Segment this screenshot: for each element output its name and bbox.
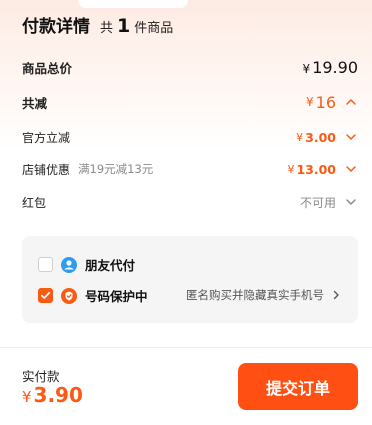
official-discount-currency: ¥ xyxy=(296,130,304,144)
friend-pay-option[interactable]: 朋友代付 xyxy=(38,255,135,274)
total-price-value: 19.90 xyxy=(312,57,358,77)
friend-pay-checkbox[interactable] xyxy=(38,257,53,272)
official-discount-label: 官方立减 xyxy=(22,130,71,145)
actual-pay-amount: ¥ 3.90 xyxy=(22,383,83,407)
official-discount-row[interactable]: 官方立减 ¥ 3.00 xyxy=(22,126,358,148)
total-price-currency: ¥ xyxy=(302,61,311,76)
item-count-suffix: 件商品 xyxy=(134,21,174,36)
store-discount-label: 店铺优惠 xyxy=(22,162,71,177)
chevron-right-icon xyxy=(333,290,339,300)
checkmark-icon xyxy=(40,291,51,299)
number-protection-desc[interactable]: 匿名购买并隐藏真实手机号 xyxy=(186,287,342,303)
actual-pay-currency: ¥ xyxy=(22,388,32,406)
chevron-down-icon[interactable] xyxy=(344,195,358,209)
top-tab-notch xyxy=(78,0,188,8)
chevron-down-icon[interactable] xyxy=(344,130,358,144)
number-protection-option[interactable]: 号码保护中 xyxy=(38,286,148,305)
total-discount-currency: ¥ xyxy=(306,95,314,109)
store-discount-note: 满19元减13元 xyxy=(78,162,154,176)
chevron-up-icon[interactable] xyxy=(344,95,358,109)
red-packet-label: 红包 xyxy=(22,195,47,210)
submit-order-button[interactable]: 提交订单 xyxy=(238,363,358,410)
item-count-prefix: 共 xyxy=(100,21,114,36)
total-price-row: 商品总价 ¥ 19.90 xyxy=(22,56,358,78)
payment-details-header: 付款详情 共 1 件商品 xyxy=(22,12,174,37)
store-discount-value: 13.00 xyxy=(296,161,336,177)
number-protection-label: 号码保护中 xyxy=(85,289,148,304)
total-discount-value: 16 xyxy=(315,92,336,112)
item-count: 1 xyxy=(117,15,131,37)
shield-icon xyxy=(61,287,77,304)
service-options-card: 朋友代付 号码保护中 匿名购买并隐藏真实手机号 xyxy=(22,236,358,323)
footer-divider xyxy=(0,347,372,348)
red-packet-row[interactable]: 红包 不可用 xyxy=(22,191,358,213)
total-discount-label: 共减 xyxy=(22,95,48,111)
order-payment-page: 付款详情 共 1 件商品 商品总价 ¥ 19.90 共减 ¥ 16 官方立减 ¥… xyxy=(0,0,372,425)
store-discount-row[interactable]: 店铺优惠 满19元减13元 ¥ 13.00 xyxy=(22,158,358,180)
actual-pay-value: 3.90 xyxy=(33,383,83,407)
number-protection-desc-text: 匿名购买并隐藏真实手机号 xyxy=(186,288,324,302)
chevron-down-icon[interactable] xyxy=(344,162,358,176)
friend-pay-label: 朋友代付 xyxy=(85,258,136,273)
total-price-label: 商品总价 xyxy=(22,60,73,76)
page-title: 付款详情 xyxy=(22,17,90,37)
official-discount-value: 3.00 xyxy=(305,129,336,145)
total-discount-row[interactable]: 共减 ¥ 16 xyxy=(22,91,358,113)
number-protection-checkbox[interactable] xyxy=(38,288,53,303)
store-discount-currency: ¥ xyxy=(287,162,295,176)
friend-pay-icon xyxy=(61,256,77,273)
red-packet-status: 不可用 xyxy=(299,195,336,210)
